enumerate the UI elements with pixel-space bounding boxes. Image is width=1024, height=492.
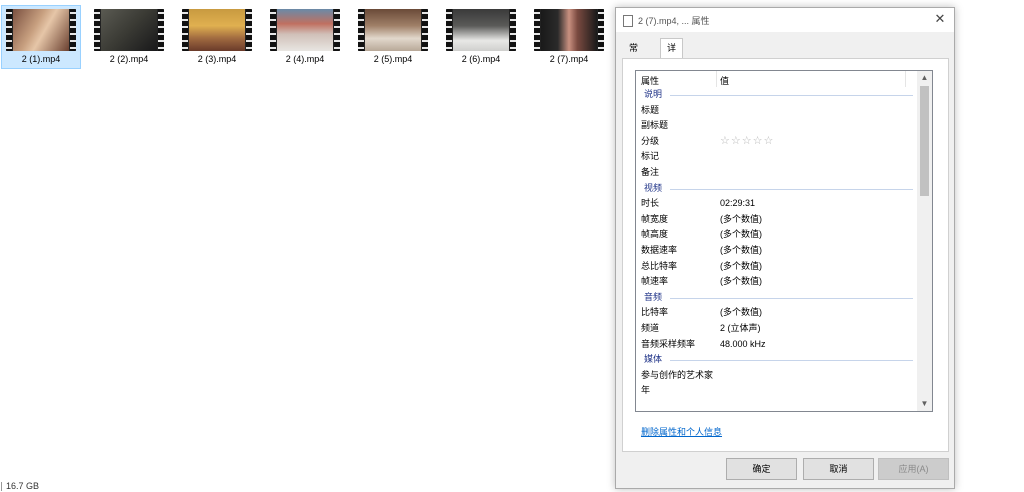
column-header-value[interactable]: 值: [720, 74, 729, 87]
properties-dialog: 2 (7).mp4, ... 属性 ✕ 常规 详细信息 属性 值 说明 标题 副…: [615, 7, 955, 489]
file-name: 2 (7).mp4: [549, 54, 589, 64]
file-item[interactable]: 2 (6).mp4: [442, 6, 520, 68]
video-thumbnail: [446, 9, 516, 51]
rating-stars: ☆☆☆☆☆: [720, 134, 775, 147]
file-item[interactable]: 2 (4).mp4: [266, 6, 344, 68]
scroll-down-icon[interactable]: ▼: [917, 397, 932, 411]
vertical-scrollbar[interactable]: ▲ ▼: [917, 71, 932, 411]
status-bar: 16.7 GB: [0, 481, 40, 492]
cancel-button[interactable]: 取消: [803, 458, 874, 480]
list-item[interactable]: 备注: [636, 165, 917, 181]
list-item[interactable]: 帧宽度 (多个数值): [636, 212, 917, 228]
video-thumbnail: [534, 9, 604, 51]
list-item[interactable]: 年: [636, 383, 917, 399]
video-thumbnail: [94, 9, 164, 51]
file-name: 2 (2).mp4: [109, 54, 149, 64]
video-thumbnail: [358, 9, 428, 51]
file-name: 2 (4).mp4: [285, 54, 325, 64]
list-item[interactable]: 时长 02:29:31: [636, 196, 917, 212]
list-header: 属性 值: [636, 71, 917, 87]
list-item[interactable]: 分级 ☆☆☆☆☆: [636, 134, 917, 150]
section-header-description: 说明: [636, 87, 917, 103]
list-item[interactable]: 音频采样频率 48.000 kHz: [636, 337, 917, 353]
scroll-up-icon[interactable]: ▲: [917, 71, 932, 85]
column-header-property[interactable]: 属性: [641, 74, 659, 87]
video-thumbnail: [270, 9, 340, 51]
details-panel: 属性 值 说明 标题 副标题 分级 ☆☆☆☆☆ 标记 备注 视频 时长 02:29:…: [622, 58, 949, 452]
status-size: 16.7 GB: [6, 481, 40, 491]
video-thumbnail: [6, 9, 76, 51]
list-item[interactable]: 频道 2 (立体声): [636, 321, 917, 337]
file-item[interactable]: 2 (7).mp4: [530, 6, 608, 68]
tab-general[interactable]: 常规: [623, 40, 644, 70]
list-item[interactable]: 帧高度 (多个数值): [636, 227, 917, 243]
property-list[interactable]: 属性 值 说明 标题 副标题 分级 ☆☆☆☆☆ 标记 备注 视频 时长 02:29:…: [635, 70, 933, 412]
list-item[interactable]: 标记: [636, 149, 917, 165]
dialog-titlebar[interactable]: 2 (7).mp4, ... 属性 ✕: [616, 8, 954, 32]
remove-properties-link[interactable]: 删除属性和个人信息: [641, 425, 722, 438]
file-name: 2 (1).mp4: [21, 54, 61, 64]
file-name: 2 (3).mp4: [197, 54, 237, 64]
list-item[interactable]: 副标题: [636, 118, 917, 134]
tab-details[interactable]: 详细信息: [660, 38, 684, 110]
scrollbar-thumb[interactable]: [920, 86, 929, 196]
video-thumbnail: [182, 9, 252, 51]
file-name: 2 (6).mp4: [461, 54, 501, 64]
close-icon[interactable]: ✕: [932, 11, 948, 27]
list-item[interactable]: 总比特率 (多个数值): [636, 259, 917, 275]
documents-icon: [623, 13, 636, 27]
section-header-media: 媒体: [636, 352, 917, 368]
file-item[interactable]: 2 (3).mp4: [178, 6, 256, 68]
dialog-title: 2 (7).mp4, ... 属性: [638, 16, 710, 26]
section-header-video: 视频: [636, 181, 917, 197]
file-name: 2 (5).mp4: [373, 54, 413, 64]
file-item[interactable]: 2 (1).mp4: [1, 5, 81, 69]
ok-button[interactable]: 确定: [726, 458, 797, 480]
status-separator: [1, 482, 2, 492]
apply-button[interactable]: 应用(A): [878, 458, 949, 480]
list-item[interactable]: 帧速率 (多个数值): [636, 274, 917, 290]
list-item[interactable]: 标题: [636, 103, 917, 119]
list-item[interactable]: 比特率 (多个数值): [636, 305, 917, 321]
list-item[interactable]: 数据速率 (多个数值): [636, 243, 917, 259]
file-item[interactable]: 2 (2).mp4: [90, 6, 168, 68]
section-header-audio: 音频: [636, 290, 917, 306]
list-item[interactable]: 参与创作的艺术家: [636, 368, 917, 384]
file-grid: 2 (1).mp4 2 (2).mp4 2 (3).mp4 2 (4).mp4: [0, 0, 620, 80]
file-item[interactable]: 2 (5).mp4: [354, 6, 432, 68]
